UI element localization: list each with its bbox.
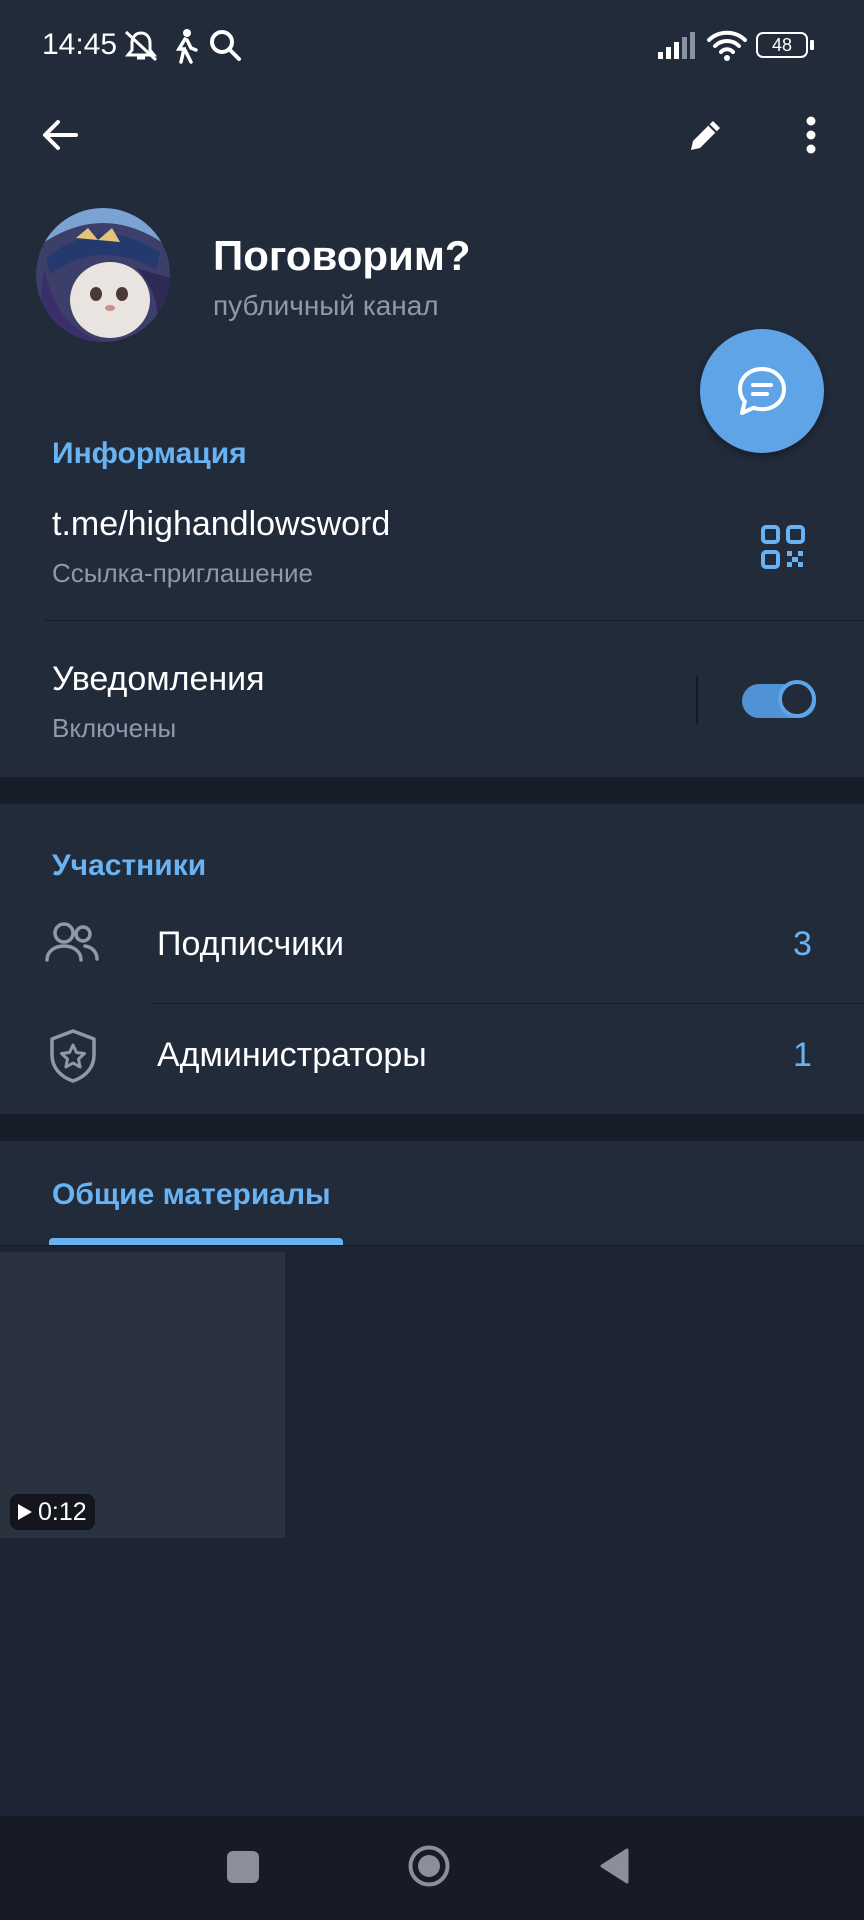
administrators-label: Администраторы	[157, 1036, 427, 1074]
notifications-row[interactable]	[0, 621, 680, 777]
triangle-back-icon	[600, 1848, 629, 1884]
video-duration: 0:12	[38, 1497, 87, 1526]
subscribers-label: Подписчики	[157, 925, 345, 963]
notifications-toggle[interactable]	[742, 680, 818, 722]
walk-icon	[172, 28, 200, 69]
channel-title: Поговорим?	[213, 232, 471, 279]
administrators-count: 1	[793, 1036, 812, 1074]
vertical-divider	[696, 676, 698, 724]
wifi-icon	[706, 28, 748, 67]
invite-link[interactable]: t.me/highandlowsword	[52, 505, 390, 544]
chat-bubble-icon	[738, 367, 786, 415]
subscribers-count: 3	[793, 925, 812, 963]
edit-button[interactable]	[670, 99, 742, 171]
section-gap	[0, 1114, 864, 1141]
more-vertical-icon	[806, 116, 816, 154]
section-gap	[0, 777, 864, 804]
shield-star-icon	[46, 1028, 100, 1089]
home-button[interactable]	[407, 1844, 451, 1888]
battery-tip	[810, 40, 814, 50]
status-time: 14:45	[42, 28, 118, 61]
invite-link-caption: Ссылка-приглашение	[52, 558, 313, 588]
battery-icon: 48	[756, 32, 808, 58]
notifications-state: Включены	[52, 713, 177, 743]
qr-code-icon	[761, 525, 805, 569]
channel-type: публичный канал	[213, 290, 439, 321]
members-section-title: Участники	[52, 849, 207, 882]
home-circle-icon	[408, 1845, 450, 1887]
toggle-knob	[778, 680, 816, 718]
battery-level: 48	[771, 34, 793, 55]
administrators-row[interactable]	[0, 1004, 864, 1114]
more-button[interactable]	[775, 99, 847, 171]
avatar[interactable]	[36, 208, 170, 342]
people-icon	[44, 920, 100, 969]
back-button[interactable]	[24, 99, 96, 171]
subscribers-row[interactable]	[0, 900, 864, 1003]
back-nav-button[interactable]	[598, 1847, 630, 1885]
play-icon	[18, 1504, 32, 1520]
recents-button[interactable]	[227, 1851, 259, 1883]
notifications-label: Уведомления	[52, 660, 265, 698]
divider	[0, 1245, 864, 1246]
search-icon	[208, 28, 242, 67]
info-section-title: Информация	[52, 437, 247, 470]
mute-bell-icon	[122, 28, 160, 69]
video-duration-badge: 0:12	[10, 1494, 95, 1530]
arrow-left-icon	[43, 120, 78, 150]
pencil-icon	[691, 121, 720, 150]
tab-shared-media[interactable]: Общие материалы	[52, 1178, 331, 1212]
signal-icon	[656, 30, 698, 65]
qr-code-button[interactable]	[760, 524, 806, 575]
discuss-button[interactable]	[700, 329, 824, 453]
